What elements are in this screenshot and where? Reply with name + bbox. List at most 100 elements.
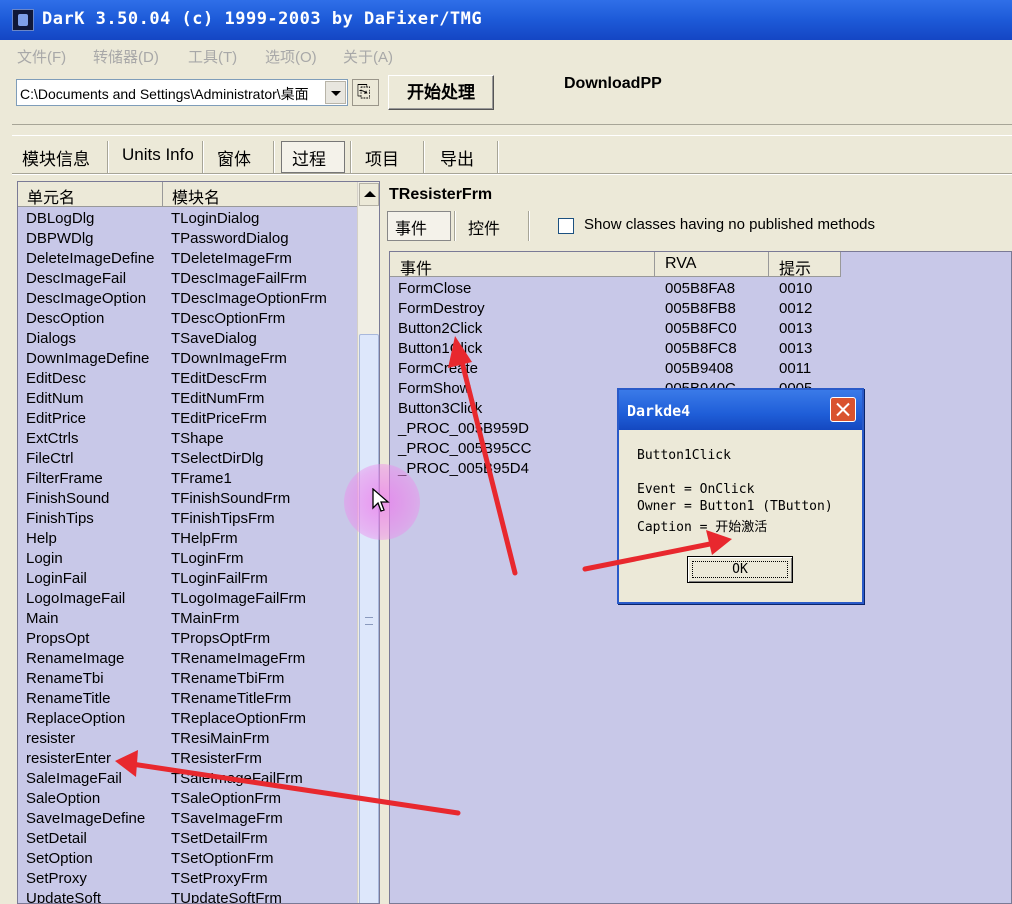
unit-list-row[interactable]: Help THelpFrm bbox=[18, 529, 358, 549]
event-name-cell: FormDestroy bbox=[398, 300, 485, 317]
tab-separator bbox=[423, 141, 425, 173]
module-name-cell: TMainFrm bbox=[171, 610, 240, 627]
menu-options[interactable]: 选项(O) bbox=[265, 46, 317, 67]
module-name-cell: TSaveImageFrm bbox=[171, 810, 283, 827]
module-name-cell: TDownImageFrm bbox=[171, 350, 287, 367]
unit-list-row[interactable]: LogoImageFail TLogoImageFailFrm bbox=[18, 589, 358, 609]
start-process-button[interactable]: 开始处理 bbox=[388, 75, 494, 110]
show-classes-label[interactable]: Show classes having no published methods bbox=[584, 216, 875, 233]
tab-forms[interactable]: 窗体 bbox=[217, 145, 251, 170]
unit-list-row[interactable]: FinishSound TFinishSoundFrm bbox=[18, 489, 358, 509]
scroll-up-icon[interactable] bbox=[359, 183, 379, 206]
unit-list-row[interactable]: RenameImage TRenameImageFrm bbox=[18, 649, 358, 669]
close-icon[interactable] bbox=[830, 397, 856, 422]
unit-name-cell: UpdateSoft bbox=[26, 890, 102, 904]
menu-about[interactable]: 关于(A) bbox=[343, 46, 393, 67]
unit-list-row[interactable]: FinishTips TFinishTipsFrm bbox=[18, 509, 358, 529]
menu-tools[interactable]: 工具(T) bbox=[188, 46, 237, 67]
rva-cell: 005B8FC8 bbox=[665, 340, 737, 357]
tab-exports[interactable]: 导出 bbox=[440, 145, 474, 170]
unit-list-row[interactable]: SetDetail TSetDetailFrm bbox=[18, 829, 358, 849]
unit-list-row[interactable]: ReplaceOption TReplaceOptionFrm bbox=[18, 709, 358, 729]
tab-separator bbox=[202, 141, 204, 173]
tabs-divider bbox=[12, 173, 1012, 175]
path-combobox[interactable]: C:\Documents and Settings\Administrator\… bbox=[16, 79, 348, 106]
column-hint[interactable]: 提示 bbox=[769, 252, 841, 278]
unit-list-row[interactable]: DescImageFail TDescImageFailFrm bbox=[18, 269, 358, 289]
unit-list-row[interactable]: ExtCtrls TShape bbox=[18, 429, 358, 449]
unit-list-row[interactable]: LoginFail TLoginFailFrm bbox=[18, 569, 358, 589]
column-rva[interactable]: RVA bbox=[655, 252, 769, 277]
event-list-row[interactable]: FormDestroy 005B8FB8 0012 bbox=[390, 299, 1011, 319]
unit-list-row[interactable]: SetOption TSetOptionFrm bbox=[18, 849, 358, 869]
dialog-title-bar: Darkde4 bbox=[619, 390, 862, 430]
unit-name-cell: SaleImageFail bbox=[26, 770, 122, 787]
event-list-row[interactable]: Button1Click 005B8FC8 0013 bbox=[390, 339, 1011, 359]
unit-name-cell: FileCtrl bbox=[26, 450, 74, 467]
unit-list-row[interactable]: SaleOption TSaleOptionFrm bbox=[18, 789, 358, 809]
module-name-cell: TEditDescFrm bbox=[171, 370, 267, 387]
unit-name-cell: Dialogs bbox=[26, 330, 77, 347]
unit-list-row[interactable]: DownImageDefine TDownImageFrm bbox=[18, 349, 358, 369]
unit-name-cell: EditPrice bbox=[26, 410, 87, 427]
module-name-cell: TSaleOptionFrm bbox=[171, 790, 282, 807]
unit-list-row[interactable]: FilterFrame TFrame1 bbox=[18, 469, 358, 489]
unit-list-row[interactable]: RenameTitle TRenameTitleFrm bbox=[18, 689, 358, 709]
unit-list-row[interactable]: EditDesc TEditDescFrm bbox=[18, 369, 358, 389]
event-list-row[interactable]: Button2Click 005B8FC0 0013 bbox=[390, 319, 1011, 339]
chevron-down-icon[interactable] bbox=[325, 81, 346, 104]
module-name-cell: TLoginDialog bbox=[171, 210, 260, 227]
unit-list-row[interactable]: RenameTbi TRenameTbiFrm bbox=[18, 669, 358, 689]
module-name-cell: TFinishSoundFrm bbox=[171, 490, 291, 507]
unit-name-cell: LoginFail bbox=[26, 570, 87, 587]
show-classes-checkbox[interactable] bbox=[558, 218, 574, 234]
open-folder-button[interactable]: ⎘ bbox=[352, 79, 379, 106]
tab-project[interactable]: 项目 bbox=[365, 145, 399, 170]
module-name-cell: TDescImageOptionFrm bbox=[171, 290, 327, 307]
panel-splitter[interactable] bbox=[380, 181, 386, 904]
module-name-cell: TLoginFrm bbox=[171, 550, 244, 567]
unit-list-row[interactable]: FileCtrl TSelectDirDlg bbox=[18, 449, 358, 469]
menu-dumper[interactable]: 转储器(D) bbox=[93, 46, 159, 67]
scrollbar[interactable] bbox=[357, 182, 379, 903]
unit-list-row[interactable]: Dialogs TSaveDialog bbox=[18, 329, 358, 349]
unit-list-row[interactable]: SetProxy TSetProxyFrm bbox=[18, 869, 358, 889]
unit-list-row[interactable]: PropsOpt TPropsOptFrm bbox=[18, 629, 358, 649]
unit-list-row[interactable]: EditPrice TEditPriceFrm bbox=[18, 409, 358, 429]
unit-name-cell: RenameTitle bbox=[26, 690, 111, 707]
unit-list-row[interactable]: SaveImageDefine TSaveImageFrm bbox=[18, 809, 358, 829]
unit-name-cell: SaveImageDefine bbox=[26, 810, 146, 827]
column-event[interactable]: 事件 bbox=[390, 252, 655, 278]
unit-name-cell: FinishSound bbox=[26, 490, 110, 507]
hint-cell: 0013 bbox=[779, 320, 813, 337]
unit-list-row[interactable]: Main TMainFrm bbox=[18, 609, 358, 629]
unit-name-cell: resister bbox=[26, 730, 76, 747]
tab-module-info[interactable]: 模块信息 bbox=[22, 145, 90, 170]
unit-list-row[interactable]: UpdateSoft TUpdateSoftFrm bbox=[18, 889, 358, 904]
unit-list-row[interactable]: EditNum TEditNumFrm bbox=[18, 389, 358, 409]
subtab-controls[interactable]: 控件 bbox=[468, 215, 500, 239]
unit-list-row[interactable]: DescOption TDescOptionFrm bbox=[18, 309, 358, 329]
tab-separator bbox=[497, 141, 499, 173]
tab-procedures[interactable]: 过程 bbox=[292, 145, 326, 170]
unit-list-row[interactable]: DeleteImageDefine TDeleteImageFrm bbox=[18, 249, 358, 269]
event-list-row[interactable]: FormClose 005B8FA8 0010 bbox=[390, 279, 1011, 299]
unit-list-row[interactable]: resisterEnter TResisterFrm bbox=[18, 749, 358, 769]
subtab-events[interactable]: 事件 bbox=[395, 215, 427, 239]
event-list-row[interactable]: FormCreate 005B9408 0011 bbox=[390, 359, 1011, 379]
unit-list-row[interactable]: DBPWDlg TPasswordDialog bbox=[18, 229, 358, 249]
scroll-thumb[interactable] bbox=[359, 334, 379, 903]
ok-button[interactable]: OK bbox=[687, 556, 793, 583]
unit-list-row[interactable]: Login TLoginFrm bbox=[18, 549, 358, 569]
module-name-cell: TLoginFailFrm bbox=[171, 570, 268, 587]
unit-name-cell: SetProxy bbox=[26, 870, 87, 887]
unit-list-row[interactable]: resister TResiMainFrm bbox=[18, 729, 358, 749]
unit-list-row[interactable]: DescImageOption TDescImageOptionFrm bbox=[18, 289, 358, 309]
column-module-name[interactable]: 模块名 bbox=[163, 182, 359, 207]
unit-name-cell: DownImageDefine bbox=[26, 350, 150, 367]
unit-list-row[interactable]: SaleImageFail TSaleImageFailFrm bbox=[18, 769, 358, 789]
tab-units-info[interactable]: Units Info bbox=[122, 145, 194, 165]
unit-list-row[interactable]: DBLogDlg TLoginDialog bbox=[18, 209, 358, 229]
column-unit-name[interactable]: 单元名 bbox=[18, 182, 163, 207]
menu-file[interactable]: 文件(F) bbox=[17, 46, 66, 67]
